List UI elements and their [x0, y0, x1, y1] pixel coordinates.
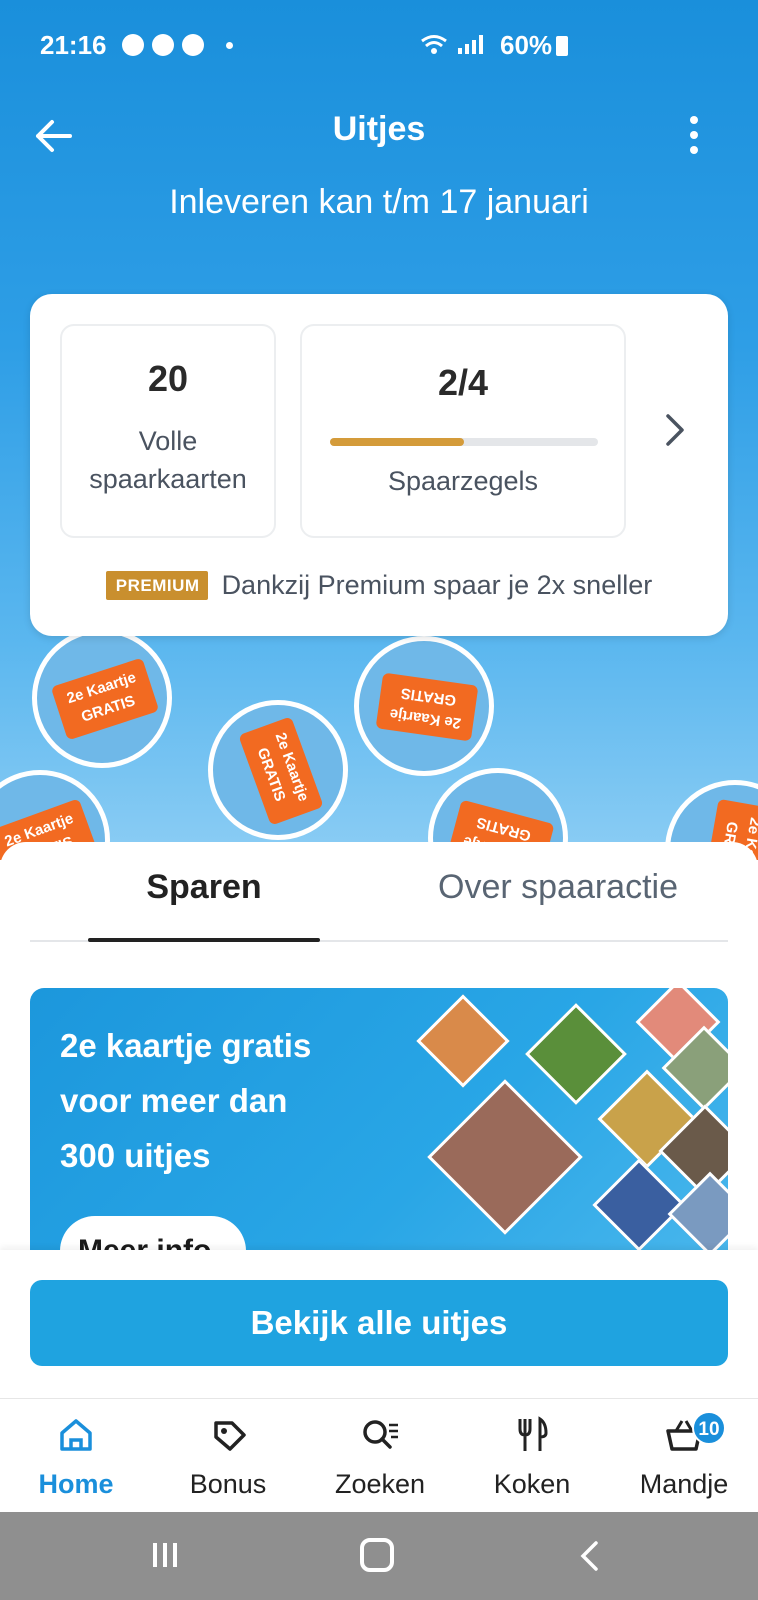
full-cards-label-line: Volle — [138, 426, 198, 456]
notification-icon — [152, 34, 174, 56]
nav-label: Mandje — [639, 1469, 729, 1499]
recent-apps-icon[interactable] — [150, 1540, 180, 1570]
deadline-subtitle: Inleveren kan t/m 17 januari — [169, 183, 589, 221]
active-tab-indicator — [88, 938, 320, 942]
premium-badge: PREMIUM — [105, 571, 208, 600]
more-vertical-icon[interactable] — [680, 112, 708, 158]
battery-icon — [556, 36, 569, 56]
savings-summary-card[interactable]: 20 Volle spaarkaarten 2/4 Spaarzegels PR… — [30, 294, 728, 636]
footer-bar: Bekijk alle uitjes — [0, 1250, 758, 1398]
notification-icon — [122, 34, 144, 56]
nav-label: Bonus — [189, 1469, 267, 1499]
system-home-icon[interactable] — [360, 1538, 394, 1572]
premium-text: Dankzij Premium spaar je 2x sneller — [221, 570, 653, 600]
cutlery-icon — [518, 1416, 548, 1451]
more-notifications-dot — [226, 41, 233, 49]
system-navigation-bar — [0, 1512, 758, 1600]
notification-icon — [182, 34, 204, 56]
more-info-button[interactable]: Meer info — [60, 1216, 246, 1250]
search-list-icon — [363, 1420, 398, 1449]
stamp-decoration: 2e KaartjeGRATIS — [354, 636, 494, 776]
nav-item-koken[interactable]: Koken — [456, 1399, 608, 1513]
system-back-icon[interactable] — [578, 1540, 600, 1572]
bottom-navigation: Home Bonus Zoeken Koken 10 Mandje — [0, 1398, 758, 1512]
full-cards-label-line: spaarkaarten — [89, 464, 247, 494]
basket-count-badge: 10 — [692, 1411, 726, 1445]
status-time: 21:16 — [40, 30, 107, 60]
wifi-signal-icon — [421, 35, 483, 54]
promo-line: 2e kaartje gratis — [60, 1027, 312, 1064]
stamp-decoration: 2e KaartjeGRATIS — [32, 628, 172, 768]
chevron-right-icon[interactable] — [660, 410, 690, 450]
status-bar: 21:16 60% — [0, 0, 758, 92]
home-icon — [60, 1419, 92, 1451]
notification-icons — [122, 34, 233, 56]
nav-label: Koken — [493, 1469, 571, 1499]
premium-note: PREMIUM Dankzij Premium spaar je 2x snell… — [30, 570, 728, 601]
nav-label: Zoeken — [334, 1469, 426, 1499]
stamps-label: Spaarzegels — [387, 466, 539, 496]
full-cards-label: Volle spaarkaarten — [62, 422, 274, 498]
stamp-decoration: 2e KaartjeGRATIS — [208, 700, 348, 840]
stamps-progress-bar — [330, 438, 598, 446]
promo-banner[interactable]: 2e kaartje gratis voor meer dan 300 uitj… — [30, 988, 728, 1250]
promo-text: 2e kaartje gratis voor meer dan 300 uitj… — [60, 1018, 360, 1183]
nav-item-home[interactable]: Home — [0, 1399, 152, 1513]
promo-line: 300 uitjes — [60, 1137, 211, 1174]
tab-sparen[interactable]: Sparen — [88, 868, 320, 907]
nav-item-zoeken[interactable]: Zoeken — [304, 1399, 456, 1513]
page-title: Uitjes — [332, 110, 426, 148]
nav-item-mandje[interactable]: 10 Mandje — [608, 1399, 758, 1513]
attractions-mosaic-image — [410, 988, 728, 1250]
battery-percent: 60% — [500, 30, 553, 60]
full-cards-box: 20 Volle spaarkaarten — [60, 324, 276, 538]
stamps-count: 2/4 — [437, 362, 489, 403]
battery-indicator: 60% — [421, 30, 569, 61]
promo-line: voor meer dan — [60, 1082, 288, 1119]
stamps-progress-fill — [330, 438, 464, 446]
nav-item-bonus[interactable]: Bonus — [152, 1399, 304, 1513]
view-all-outings-button[interactable]: Bekijk alle uitjes — [30, 1280, 728, 1366]
tab-over-spaaractie[interactable]: Over spaaractie — [408, 868, 708, 907]
full-cards-count: 20 — [147, 358, 189, 399]
nav-label: Home — [38, 1469, 114, 1499]
tag-icon — [214, 1421, 246, 1451]
stamps-box: 2/4 Spaarzegels — [300, 324, 626, 538]
